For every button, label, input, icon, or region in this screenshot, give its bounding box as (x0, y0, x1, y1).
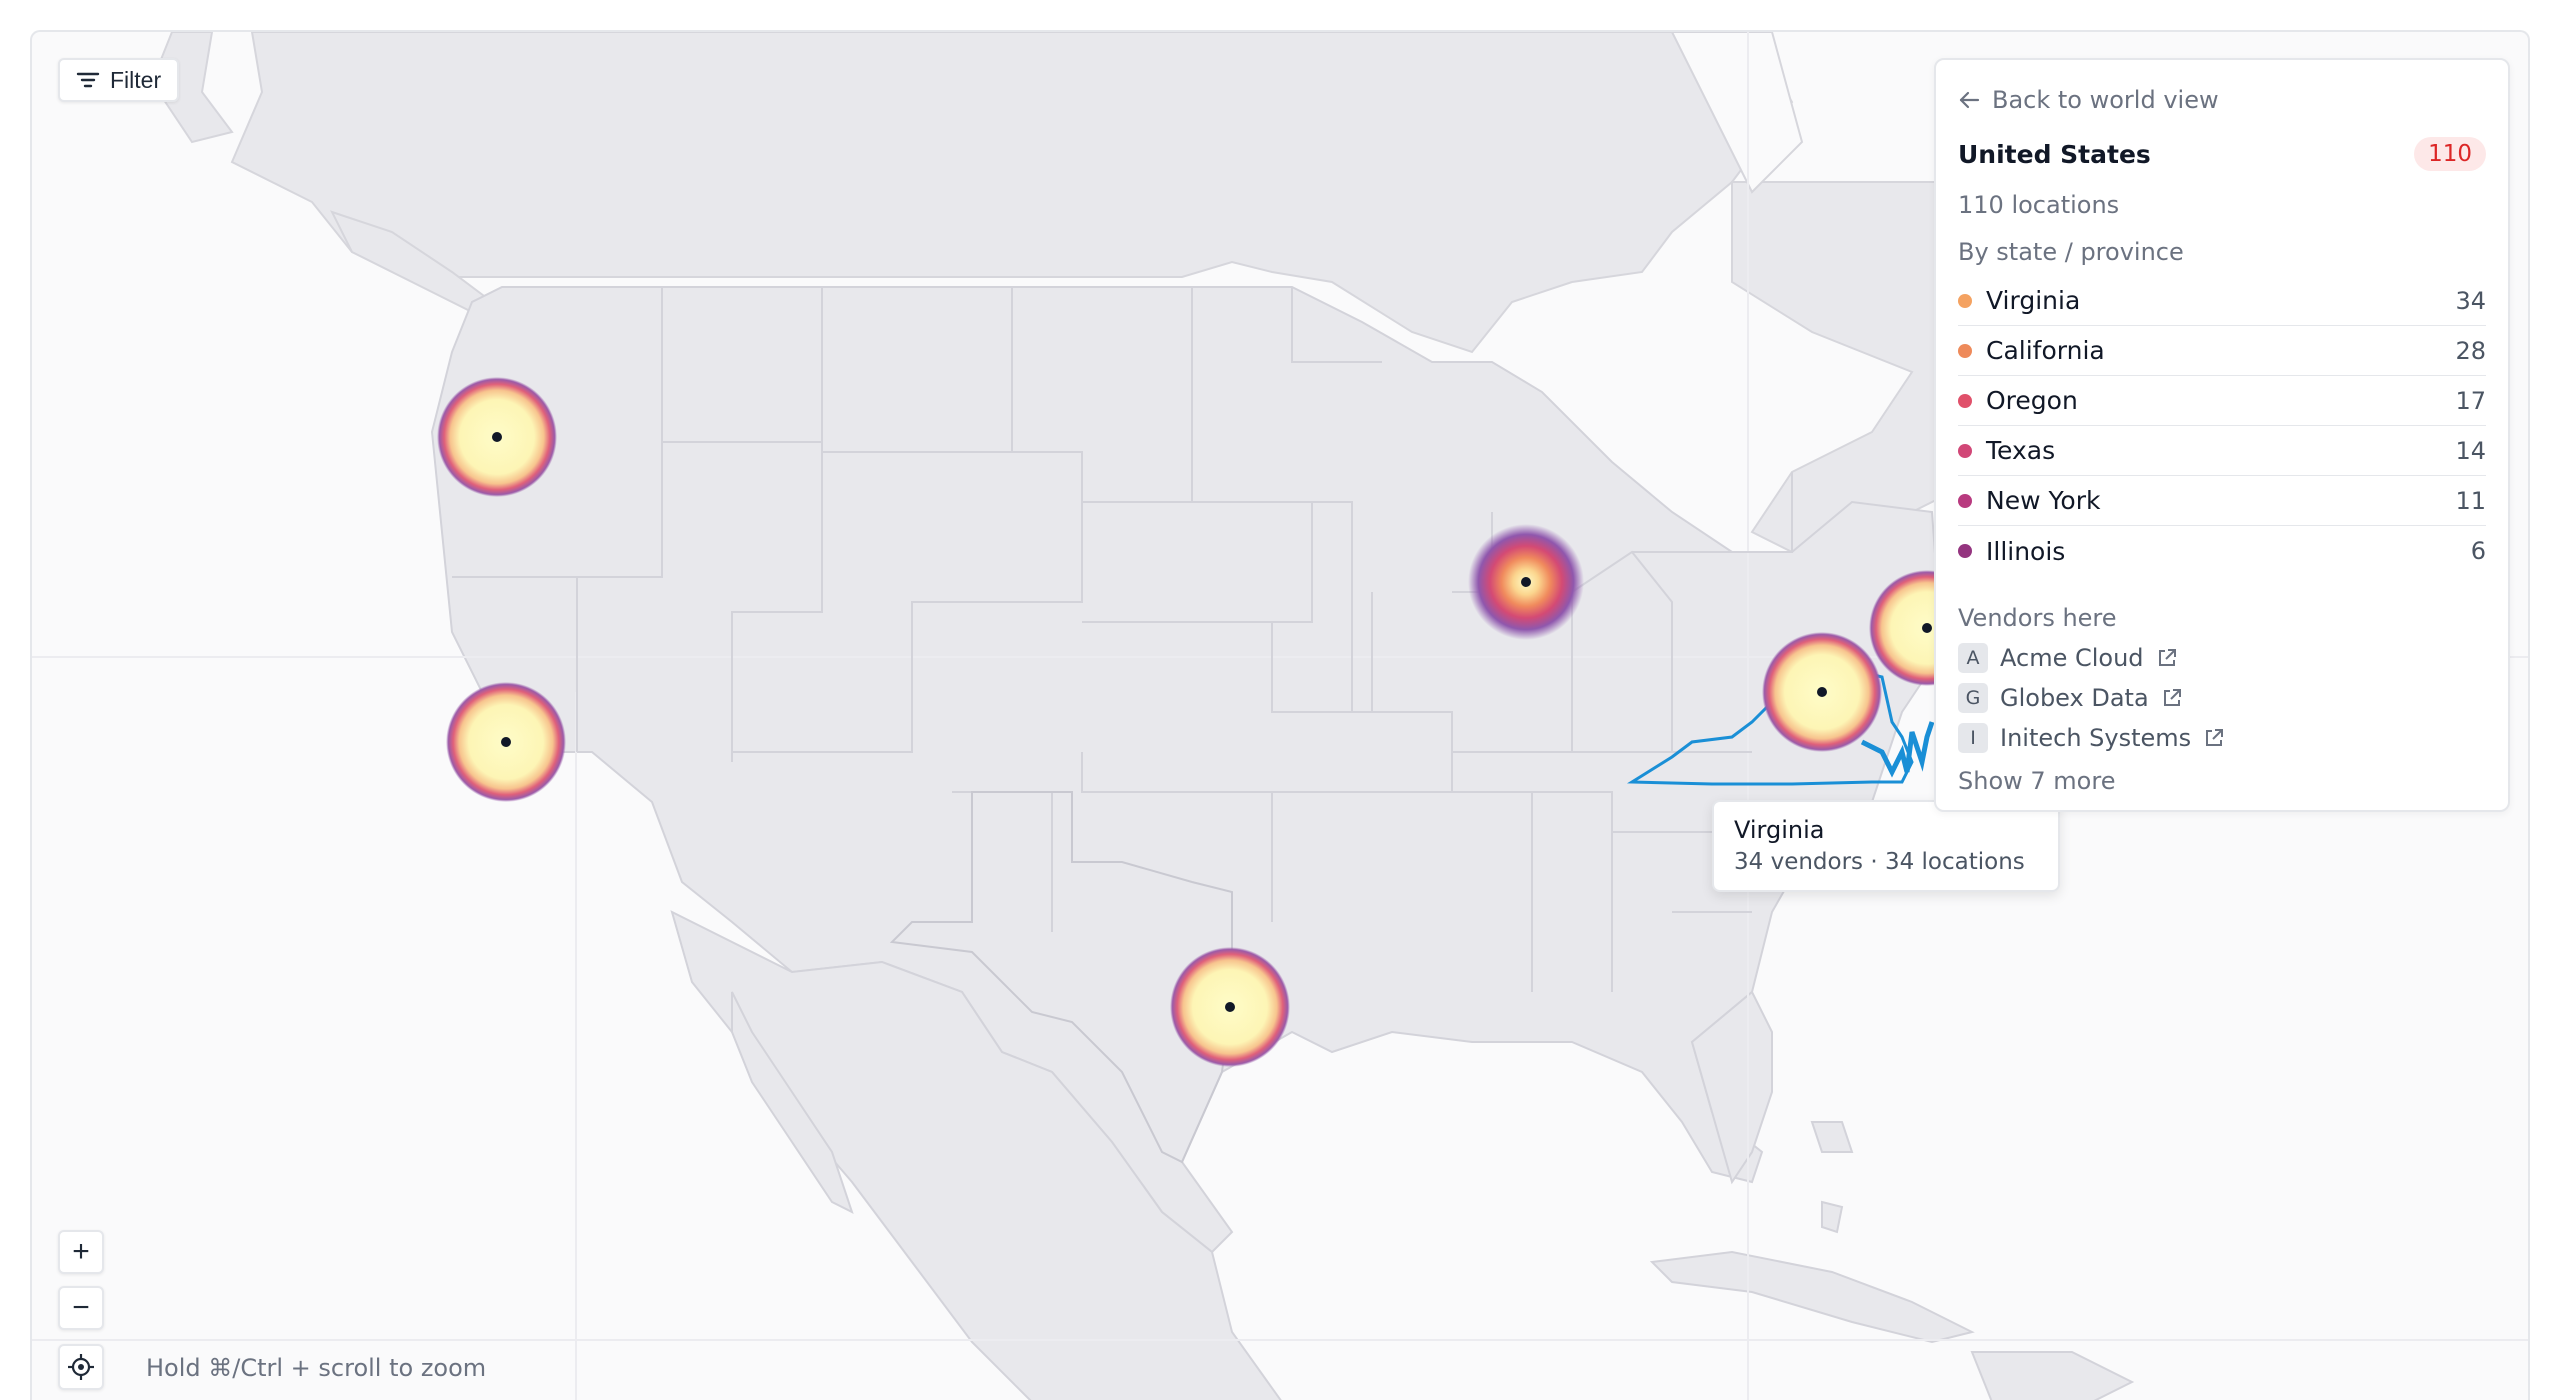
cuba-land (1649, 1250, 1975, 1344)
state-count: 34 (2455, 286, 2486, 315)
zoom-hint: Hold ⌘/Ctrl + scroll to zoom (146, 1354, 487, 1382)
show-more-vendors-link[interactable]: Show 7 more (1958, 762, 2486, 800)
filter-button[interactable]: Filter (58, 58, 180, 102)
external-link-icon (2163, 689, 2181, 706)
state-color-dot (1958, 343, 1972, 358)
state-name: Texas (1986, 436, 2056, 465)
state-color-dot (1958, 443, 1972, 458)
vendor-avatar: I (1958, 723, 1988, 753)
country-detail-panel: Back to world view United States 110 110… (1934, 58, 2510, 812)
crosshair-icon (68, 1354, 94, 1380)
vendor-avatar: A (1958, 643, 1988, 673)
zoom-in-button[interactable]: + (58, 1230, 104, 1274)
location-marker-dot (1817, 687, 1827, 697)
state-row-new-york[interactable]: New York 11 (1958, 476, 2486, 526)
state-list: Virginia 34 California 28 Oregon 17 Texas 14… (1958, 276, 2486, 576)
state-name: New York (1986, 486, 2101, 515)
hispaniola-land (1970, 1351, 2135, 1400)
bahamas-land (1810, 1121, 1854, 1234)
state-count: 6 (2470, 537, 2486, 565)
state-name: California (1986, 336, 2105, 365)
back-label: Back to world view (1992, 86, 2219, 114)
zoom-out-button[interactable]: − (58, 1286, 104, 1330)
state-row-illinois[interactable]: Illinois 6 (1958, 526, 2486, 576)
heat-cluster-illinois[interactable] (1468, 524, 1584, 640)
location-marker-dot (1521, 577, 1531, 587)
state-color-dot (1958, 544, 1972, 558)
plus-icon: + (72, 1235, 90, 1268)
state-count: 28 (2455, 336, 2486, 365)
vendor-link-globex-data[interactable]: G Globex Data (1958, 678, 2486, 718)
filter-lines-icon (76, 72, 100, 88)
state-color-dot (1958, 293, 1972, 308)
state-color-dot (1958, 393, 1972, 408)
state-row-california[interactable]: California 28 (1958, 326, 2486, 376)
filter-label: Filter (110, 66, 162, 93)
minus-icon: − (72, 1291, 90, 1324)
state-count: 17 (2455, 386, 2486, 415)
vendor-name: Initech Systems (2000, 724, 2192, 752)
map-tooltip: Virginia 34 vendors · 34 locations (1712, 800, 2060, 892)
location-marker-dot (1922, 623, 1932, 633)
external-link-icon (2158, 649, 2176, 666)
states-section-title: By state / province (1958, 238, 2184, 266)
state-name: Illinois (1986, 536, 2066, 566)
vendor-avatar: G (1958, 683, 1988, 713)
heat-cluster-oregon[interactable] (437, 377, 557, 497)
state-count: 11 (2455, 486, 2486, 515)
heat-cluster-texas[interactable] (1170, 947, 1290, 1067)
vendor-name: Acme Cloud (2000, 644, 2144, 672)
vendor-name: Globex Data (2000, 684, 2149, 712)
country-count-badge: 110 (2414, 137, 2486, 171)
locations-count: 110 locations (1958, 191, 2120, 219)
state-name: Virginia (1986, 286, 2081, 315)
locate-button[interactable] (58, 1344, 104, 1390)
state-name: Oregon (1986, 386, 2078, 415)
tooltip-title: Virginia (1734, 816, 1825, 844)
vendors-section-title: Vendors here (1958, 604, 2117, 632)
location-marker-dot (492, 432, 502, 442)
heat-cluster-california[interactable] (446, 682, 566, 802)
state-row-oregon[interactable]: Oregon 17 (1958, 376, 2486, 426)
location-marker-dot (1225, 1002, 1235, 1012)
arrow-left-icon (1959, 91, 1980, 109)
state-row-virginia[interactable]: Virginia 34 (1958, 276, 2486, 326)
state-color-dot (1958, 493, 1972, 508)
tooltip-subtitle: 34 vendors · 34 locations (1734, 849, 2025, 875)
external-link-icon (2206, 729, 2224, 746)
vendor-link-acme-cloud[interactable]: A Acme Cloud (1958, 638, 2486, 678)
country-name: United States (1958, 139, 2151, 169)
state-count: 14 (2455, 436, 2486, 465)
vendor-link-initech-systems[interactable]: I Initech Systems (1958, 718, 2486, 758)
state-row-texas[interactable]: Texas 14 (1958, 426, 2486, 476)
country-header: United States 110 (1958, 134, 2486, 174)
location-marker-dot (501, 737, 511, 747)
back-to-world-link[interactable]: Back to world view (1958, 82, 2486, 118)
heat-cluster-virginia[interactable] (1762, 632, 1882, 752)
